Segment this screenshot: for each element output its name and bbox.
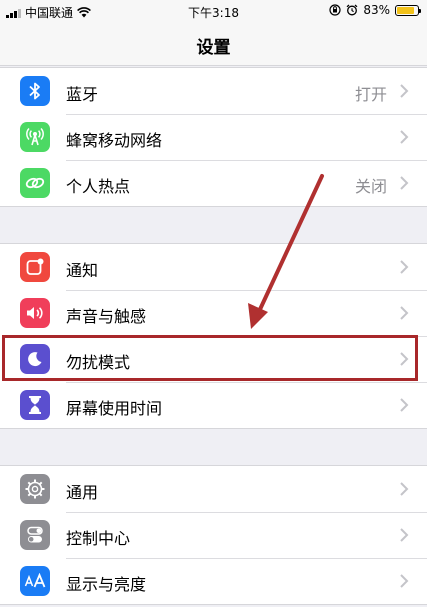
chevron-right-icon xyxy=(400,306,409,320)
settings-row-notifications[interactable]: 通知 xyxy=(0,244,427,290)
settings-row-personal-hotspot[interactable]: 个人热点 关闭 xyxy=(0,160,427,206)
gear-icon xyxy=(20,474,50,504)
settings-row-label: 勿扰模式 xyxy=(66,353,131,372)
settings-row-label: 通知 xyxy=(66,261,99,280)
settings-row-sounds-haptics[interactable]: 声音与触感 xyxy=(0,290,427,336)
hourglass-icon xyxy=(20,390,50,420)
status-bar: 中国联通 下午3:18 83% xyxy=(0,0,427,22)
alarm-icon xyxy=(346,4,358,16)
settings-row-cellular[interactable]: 蜂窝移动网络 xyxy=(0,114,427,160)
settings-row-label: 声音与触感 xyxy=(66,307,147,326)
chevron-right-icon xyxy=(400,352,409,366)
settings-row-control-center[interactable]: 控制中心 xyxy=(0,512,427,558)
settings-row-label: 通用 xyxy=(66,483,99,502)
settings-group-connectivity: 蓝牙 打开 蜂窝移动网络 个人热点 关闭 xyxy=(0,67,427,207)
settings-row-do-not-disturb[interactable]: 勿扰模式 xyxy=(0,336,427,382)
settings-row-display-brightness[interactable]: 显示与亮度 xyxy=(0,558,427,604)
settings-row-label: 蜂窝移动网络 xyxy=(66,131,163,150)
settings-screen: 中国联通 下午3:18 83% 设置 蓝牙 打开 蜂窝移动网络 个人热点 关闭 … xyxy=(0,0,427,607)
settings-row-general[interactable]: 通用 xyxy=(0,466,427,512)
speaker-icon xyxy=(20,298,50,328)
status-right: 83% xyxy=(329,3,421,17)
chevron-right-icon xyxy=(400,176,409,190)
chevron-right-icon xyxy=(400,260,409,274)
chevron-right-icon xyxy=(400,398,409,412)
settings-row-label: 个人热点 xyxy=(66,177,131,196)
settings-row-label: 蓝牙 xyxy=(66,85,99,104)
battery-percent: 83% xyxy=(363,3,390,17)
settings-row-bluetooth[interactable]: 蓝牙 打开 xyxy=(0,68,427,114)
page-title: 设置 xyxy=(196,38,231,58)
bluetooth-icon xyxy=(20,76,50,106)
personal-hotspot-icon xyxy=(20,168,50,198)
settings-row-value: 关闭 xyxy=(354,177,387,196)
settings-row-label: 控制中心 xyxy=(66,529,131,548)
orientation-lock-icon xyxy=(329,4,341,16)
chevron-right-icon xyxy=(400,84,409,98)
settings-group-system: 通用 控制中心 显示与亮度 xyxy=(0,465,427,605)
chevron-right-icon xyxy=(400,130,409,144)
cellular-antenna-icon xyxy=(20,122,50,152)
toggle-switches-icon xyxy=(20,520,50,550)
settings-row-label: 显示与亮度 xyxy=(66,575,147,594)
settings-row-screen-time[interactable]: 屏幕使用时间 xyxy=(0,382,427,428)
settings-row-value: 打开 xyxy=(354,85,387,104)
navigation-bar: 设置 xyxy=(0,22,427,66)
chevron-right-icon xyxy=(400,482,409,496)
chevron-right-icon xyxy=(400,574,409,588)
chevron-right-icon xyxy=(400,528,409,542)
notifications-icon xyxy=(20,252,50,282)
battery-icon xyxy=(395,4,421,16)
display-text-size-icon xyxy=(20,566,50,596)
settings-group-alerts: 通知 声音与触感 勿扰模式 屏幕使用时间 xyxy=(0,243,427,429)
settings-row-label: 屏幕使用时间 xyxy=(66,399,163,418)
moon-icon xyxy=(20,344,50,374)
